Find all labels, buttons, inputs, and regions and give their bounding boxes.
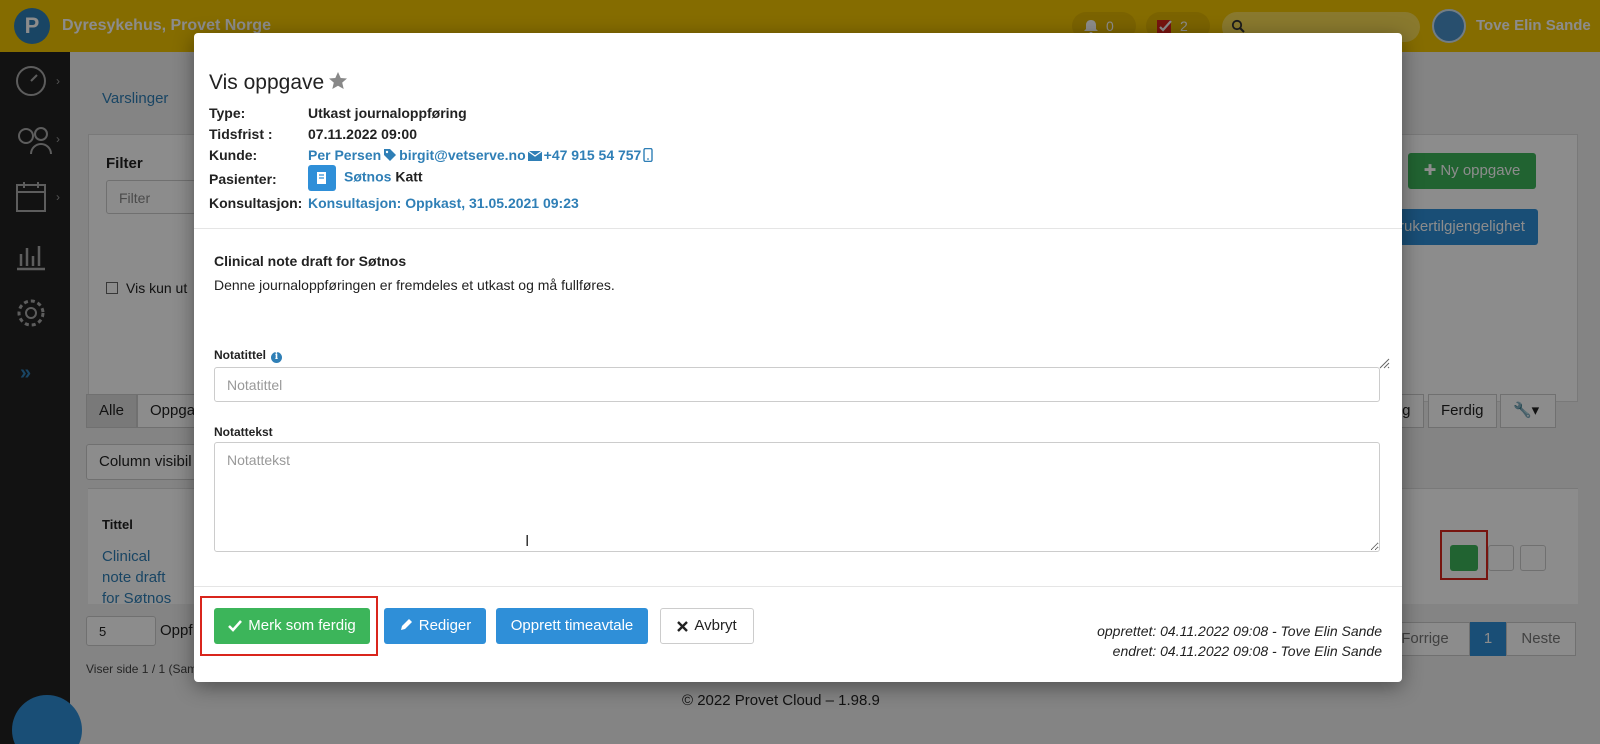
created-info: opprettet: 04.11.2022 09:08 - Tove Elin … xyxy=(1097,623,1382,639)
text-cursor-icon: I xyxy=(525,533,530,550)
deadline-value: 07.11.2022 09:00 xyxy=(308,126,417,142)
envelope-icon[interactable] xyxy=(527,150,542,162)
edit-button[interactable]: Rediger xyxy=(384,608,486,644)
modal-footer-divider xyxy=(194,586,1402,587)
note-text-field-label: Notattekst xyxy=(214,425,273,439)
customer-link[interactable]: Per Persen xyxy=(308,147,381,163)
cancel-button[interactable]: Avbryt xyxy=(660,608,754,644)
modal-title: Vis oppgave xyxy=(209,71,348,95)
mobile-icon[interactable] xyxy=(643,148,654,162)
patients-value: Søtnos Katt xyxy=(308,165,423,191)
star-icon[interactable] xyxy=(328,71,348,91)
check-icon xyxy=(228,620,243,632)
note-text-textarea[interactable] xyxy=(214,442,1380,552)
book-icon xyxy=(317,172,326,184)
edit-label: Rediger xyxy=(418,617,472,634)
mark-as-done-label: Merk som ferdig xyxy=(248,617,356,634)
modified-info: endret: 04.11.2022 09:08 - Tove Elin San… xyxy=(1112,643,1382,659)
patient-species: Katt xyxy=(395,168,423,185)
note-title-input[interactable] xyxy=(214,367,1380,402)
create-appointment-button[interactable]: Opprett timeavtale xyxy=(496,608,648,644)
deadline-label: Tidsfrist : xyxy=(209,126,273,142)
modal-title-text: Vis oppgave xyxy=(209,71,325,94)
modal-divider xyxy=(194,228,1402,229)
note-title-field-label-text: Notatittel xyxy=(214,348,266,362)
note-title-field-label: Notatittel i xyxy=(214,348,282,363)
type-value: Utkast journaloppføring xyxy=(308,105,467,121)
mark-as-done-button[interactable]: Merk som ferdig xyxy=(214,608,370,644)
patient-link[interactable]: Søtnos xyxy=(344,169,391,185)
note-body: Denne journaloppføringen er fremdeles et… xyxy=(214,277,615,293)
resize-handle-icon[interactable] xyxy=(1378,357,1390,369)
info-icon[interactable]: i xyxy=(271,352,282,363)
patient-record-button[interactable] xyxy=(308,165,336,191)
type-label: Type: xyxy=(209,105,246,121)
customer-value: Per Persen birgit@vetserve.no +47 915 54 7… xyxy=(308,147,655,163)
note-title: Clinical note draft for Søtnos xyxy=(214,253,407,269)
consultation-link[interactable]: Konsultasjon: Oppkast, 31.05.2021 09:23 xyxy=(308,195,579,211)
customer-label: Kunde: xyxy=(209,147,258,163)
consultation-label: Konsultasjon: xyxy=(209,195,303,211)
customer-phone-link[interactable]: +47 915 54 757 xyxy=(544,147,642,163)
task-description: Clinical note draft for Søtnos Denne jou… xyxy=(214,251,1392,371)
close-icon xyxy=(677,621,689,632)
view-task-modal: Vis oppgave Type: Utkast journaloppførin… xyxy=(194,33,1402,682)
patients-label: Pasienter: xyxy=(209,171,277,187)
tag-icon xyxy=(384,149,397,161)
cancel-label: Avbryt xyxy=(694,617,737,634)
customer-email-link[interactable]: birgit@vetserve.no xyxy=(399,147,525,163)
pencil-icon xyxy=(400,619,412,630)
audit-info: opprettet: 04.11.2022 09:08 - Tove Elin … xyxy=(1097,621,1382,661)
